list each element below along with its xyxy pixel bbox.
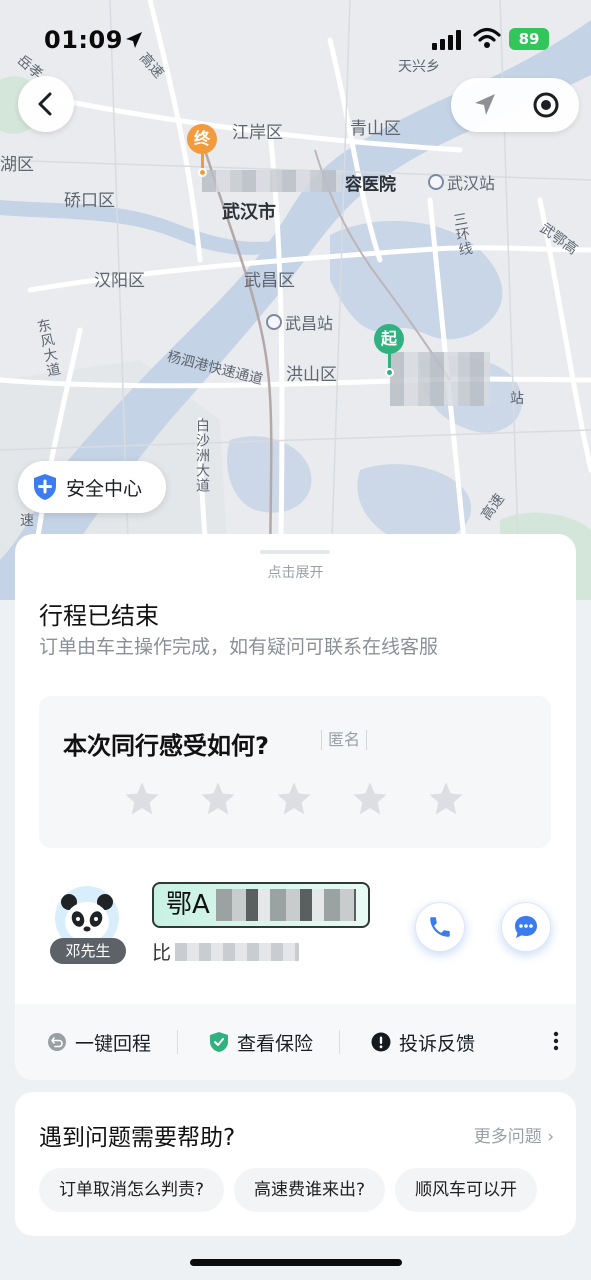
navigation-arrow-icon[interactable]: [471, 91, 499, 119]
map-controls: [451, 78, 579, 132]
license-plate: 鄂A: [152, 882, 370, 928]
district-label: 硚口区: [64, 191, 115, 211]
call-driver-button[interactable]: [415, 902, 465, 952]
action-label: 查看保险: [237, 1032, 314, 1055]
rating-card: 本次同行感受如何? 匿名: [39, 696, 551, 848]
home-indicator[interactable]: [190, 1259, 402, 1266]
safety-center-label: 安全中心: [66, 477, 143, 500]
signal-icon: [432, 30, 461, 50]
location-arrow-icon: [126, 32, 142, 48]
train-station-icon: [266, 314, 282, 330]
star-icon[interactable]: [275, 780, 313, 818]
chevron-right-icon: ›: [547, 1127, 554, 1147]
star-rating[interactable]: [123, 780, 465, 818]
faq-chip[interactable]: 顺风车可以开: [395, 1168, 538, 1212]
rating-question: 本次同行感受如何?: [63, 732, 269, 760]
poi-label: 容医院: [345, 175, 396, 195]
status-bar: 01:09 89: [0, 0, 591, 80]
more-questions-label: 更多问题: [473, 1127, 542, 1147]
plate-prefix: 鄂A: [166, 890, 210, 920]
district-label: 江岸区: [232, 123, 283, 143]
station-label: 武汉站: [447, 174, 496, 193]
station-wuhan: 武汉站: [428, 170, 495, 194]
privacy-blur: [202, 170, 342, 192]
battery-indicator: 89: [509, 28, 549, 50]
train-station-icon: [428, 174, 444, 190]
driver-name-tag: 邓先生: [50, 938, 126, 964]
start-pin[interactable]: 起: [374, 324, 404, 377]
star-icon[interactable]: [351, 780, 389, 818]
star-icon[interactable]: [427, 780, 465, 818]
expand-hint[interactable]: 点击展开: [15, 562, 576, 582]
chat-bubble-icon: [515, 916, 537, 938]
anonymous-tag: 匿名: [321, 730, 368, 750]
shield-icon: [34, 474, 56, 500]
sheet-handle[interactable]: [260, 550, 330, 554]
help-card: 遇到问题需要帮助? 更多问题 › 订单取消怎么判责? 高速费谁来出? 顺风车可以…: [15, 1092, 576, 1236]
more-questions-link[interactable]: 更多问题 ›: [474, 1122, 554, 1147]
road-label: 速: [20, 513, 34, 529]
action-bar: 一键回程 查看保险 投诉反馈: [15, 1004, 576, 1080]
status-time: 01:09: [44, 26, 123, 54]
view-insurance-button[interactable]: 查看保险: [177, 1004, 339, 1080]
privacy-blur: [175, 942, 300, 961]
station-label: 站: [510, 391, 524, 407]
star-icon[interactable]: [199, 780, 237, 818]
action-label: 一键回程: [75, 1032, 152, 1055]
district-label: 湖区: [0, 155, 34, 175]
trip-status-title: 行程已结束: [39, 602, 159, 630]
end-pin-label: 终: [187, 124, 217, 154]
locate-me-icon[interactable]: [531, 90, 561, 120]
station-label: 武昌站: [285, 314, 334, 333]
back-button[interactable]: [18, 76, 74, 132]
district-label: 洪山区: [286, 365, 337, 385]
return-trip-button[interactable]: 一键回程: [15, 1004, 177, 1080]
return-icon: [48, 1033, 66, 1051]
wifi-icon: [473, 27, 501, 48]
safety-center-button[interactable]: 安全中心: [18, 461, 166, 513]
faq-chip[interactable]: 高速费谁来出?: [234, 1168, 386, 1212]
privacy-blur: [215, 889, 356, 921]
shield-check-icon: [210, 1032, 229, 1052]
action-label: 投诉反馈: [399, 1032, 476, 1055]
chevron-left-icon: [38, 92, 52, 116]
trip-status-subtitle: 订单由车主操作完成，如有疑问可联系在线客服: [39, 636, 439, 658]
driver-info: 邓先生 鄂A 比: [15, 872, 576, 972]
message-driver-button[interactable]: [501, 902, 551, 952]
trip-sheet: 点击展开 行程已结束 订单由车主操作完成，如有疑问可联系在线客服 本次同行感受如…: [15, 534, 576, 1080]
help-title: 遇到问题需要帮助?: [39, 1125, 236, 1151]
road-label: 白沙洲大道: [194, 418, 210, 493]
phone-icon: [430, 917, 450, 937]
station-wuchang: 武昌站: [266, 310, 333, 334]
complaint-button[interactable]: 投诉反馈: [339, 1004, 501, 1080]
car-model: 比: [152, 938, 300, 965]
district-label: 青山区: [350, 119, 401, 139]
more-vertical-icon[interactable]: [552, 1030, 560, 1052]
star-icon[interactable]: [123, 780, 161, 818]
faq-chip[interactable]: 订单取消怎么判责?: [39, 1168, 225, 1212]
start-pin-label: 起: [374, 324, 404, 354]
district-label: 武昌区: [244, 271, 295, 291]
faq-chips: 订单取消怎么判责? 高速费谁来出? 顺风车可以开: [39, 1168, 538, 1212]
privacy-blur: [390, 352, 490, 406]
district-label: 汉阳区: [94, 271, 145, 291]
end-pin[interactable]: 终: [187, 124, 217, 177]
city-label: 武汉市: [222, 202, 276, 223]
car-model-prefix: 比: [152, 942, 172, 964]
alert-icon: [371, 1032, 391, 1052]
